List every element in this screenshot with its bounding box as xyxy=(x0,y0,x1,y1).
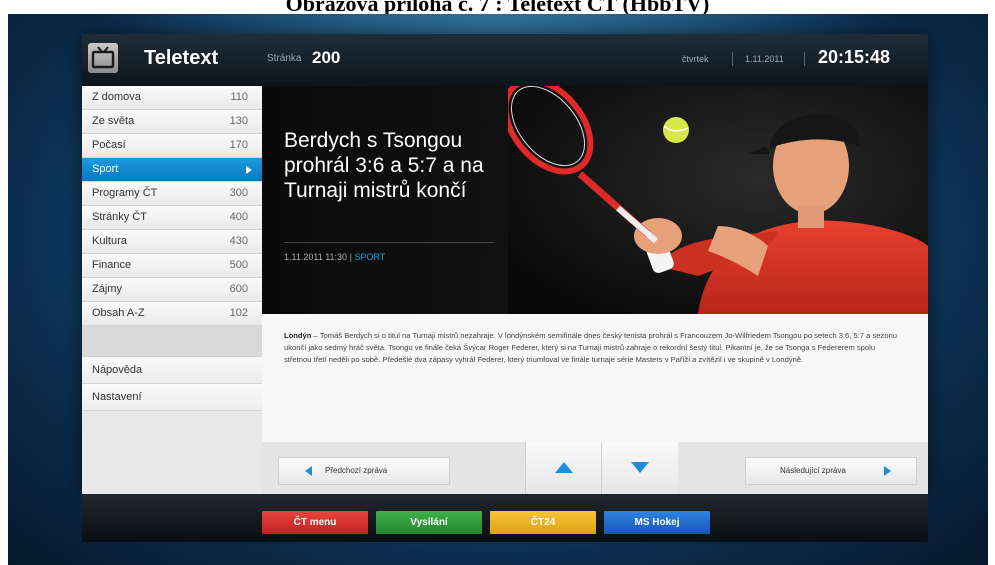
sidebar-item-programy-ct[interactable]: Programy ČT 300 xyxy=(82,182,262,206)
blue-button-ms-hokej[interactable]: MS Hokej xyxy=(604,511,710,534)
article-hero: Berdych s Tsongou prohrál 3:6 a 5:7 a na… xyxy=(262,86,928,314)
date-label: 1.11.2011 xyxy=(745,54,784,64)
day-label: čtvrtek xyxy=(682,54,709,64)
yellow-button-ct24[interactable]: ČT24 xyxy=(490,511,596,534)
sidebar-item-pocasi[interactable]: Počasí 170 xyxy=(82,134,262,158)
arrow-down-icon xyxy=(631,462,649,473)
arrow-left-icon xyxy=(305,466,312,476)
page-label: Stránka xyxy=(267,53,302,64)
sidebar-item-obsah-a-z[interactable]: Obsah A-Z 102 xyxy=(82,302,262,326)
article-text: Londýn – Tomáš Berdych si o titul na Tur… xyxy=(284,330,899,366)
meta-separator: | xyxy=(349,252,352,262)
sidebar-item-zajmy[interactable]: Zájmy 600 xyxy=(82,278,262,302)
next-article-button[interactable]: Následující zpráva xyxy=(745,457,917,485)
sidebar-item-stranky-ct[interactable]: Stránky ČT 400 xyxy=(82,206,262,230)
teletext-app: Teletext Stránka 200 čtvrtek 1.11.2011 2… xyxy=(82,34,928,494)
red-button-ct-menu[interactable]: ČT menu xyxy=(262,511,368,534)
article-category[interactable]: SPORT xyxy=(354,252,385,262)
sidebar-item-ze-sveta[interactable]: Ze světa 130 xyxy=(82,110,262,134)
article-photo xyxy=(508,86,928,314)
page-number[interactable]: 200 xyxy=(312,48,340,68)
color-button-bar: ČT menu Vysílání ČT24 MS Hokej xyxy=(82,494,928,542)
app-title: Teletext xyxy=(144,47,219,69)
header-bar: Teletext Stránka 200 čtvrtek 1.11.2011 2… xyxy=(82,34,928,86)
article-body-text: – Tomáš Berdych si o titul na Turnaji mi… xyxy=(284,331,897,364)
article-headline: Berdych s Tsongou prohrál 3:6 a 5:7 a na… xyxy=(284,129,484,202)
clock: 20:15:48 xyxy=(818,47,891,67)
sidebar-item-z-domova[interactable]: Z domova 110 xyxy=(82,86,262,110)
sidebar-spacer xyxy=(82,326,262,357)
scroll-down-button[interactable] xyxy=(601,442,678,494)
article-body: Londýn – Tomáš Berdych si o titul na Tur… xyxy=(262,314,928,442)
headline-divider xyxy=(284,242,494,243)
article-meta: 1.11.2011 11:30 | SPORT xyxy=(284,252,385,262)
article-timestamp: 1.11.2011 11:30 xyxy=(284,252,348,262)
sidebar-item-finance[interactable]: Finance 500 xyxy=(82,254,262,278)
prev-article-button[interactable]: Předchozí zpráva xyxy=(278,457,450,485)
sidebar: Z domova 110 Ze světa 130 Počasí 170 Spo… xyxy=(82,86,262,494)
tv-background: Teletext Stránka 200 čtvrtek 1.11.2011 2… xyxy=(8,14,988,565)
header-divider xyxy=(804,52,805,66)
sidebar-item-kultura[interactable]: Kultura 430 xyxy=(82,230,262,254)
article-navigation: Předchozí zpráva Následující zpráva xyxy=(262,442,928,494)
figure-caption-text: Obrazová příloha č. 7 : Teletext ČT (Hbb… xyxy=(285,0,710,14)
tv-logo-icon xyxy=(88,43,118,73)
arrow-right-icon xyxy=(884,466,891,476)
green-button-vysilani[interactable]: Vysílání xyxy=(376,511,482,534)
arrow-up-icon xyxy=(555,462,573,473)
header-divider xyxy=(732,52,733,66)
figure-caption: Obrazová příloha č. 7 : Teletext ČT (Hbb… xyxy=(0,0,995,14)
article-lead: Londýn xyxy=(284,331,312,340)
chevron-right-icon xyxy=(246,166,252,174)
sidebar-item-nastaveni[interactable]: Nastavení xyxy=(82,384,262,411)
sidebar-item-sport[interactable]: Sport xyxy=(82,158,262,182)
scroll-up-button[interactable] xyxy=(525,442,602,494)
sidebar-item-napoveda[interactable]: Nápověda xyxy=(82,357,262,384)
sidebar-menu: Z domova 110 Ze světa 130 Počasí 170 Spo… xyxy=(82,86,262,411)
